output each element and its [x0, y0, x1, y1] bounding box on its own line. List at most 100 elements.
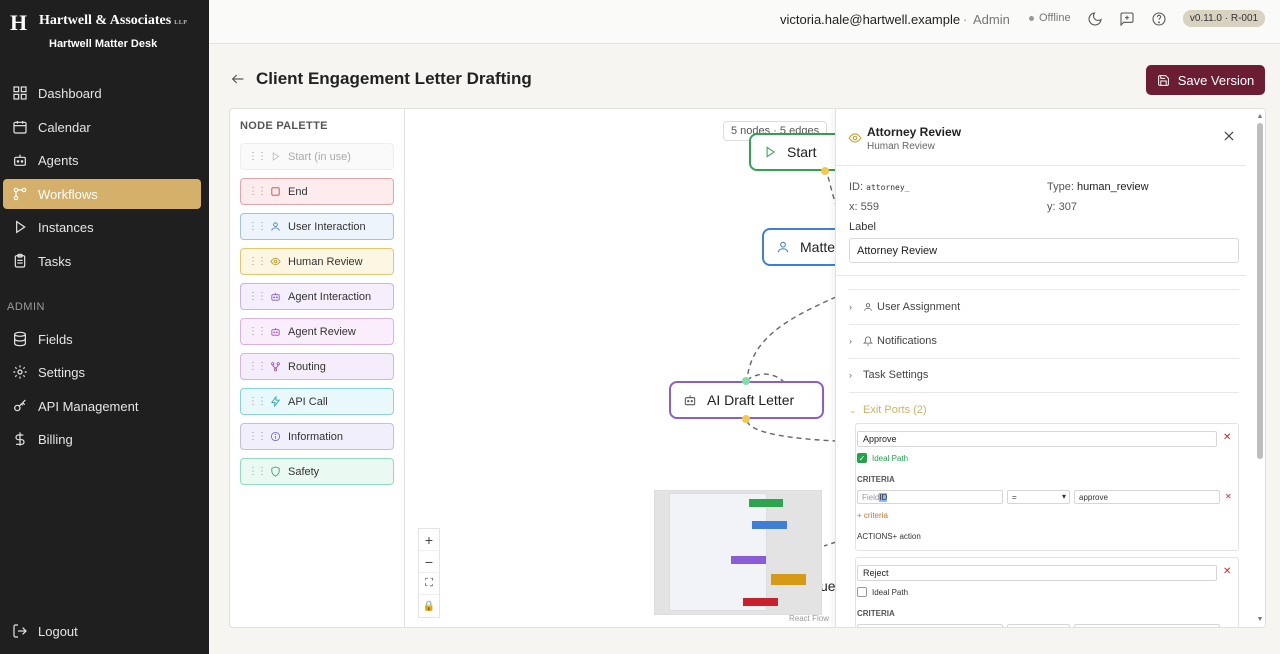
moon-icon[interactable] — [1087, 11, 1103, 27]
robot-icon — [268, 290, 282, 304]
delete-port-icon[interactable]: ✕ — [1223, 432, 1231, 443]
info-icon — [268, 430, 282, 444]
drag-handle-icon: ⋮⋮ — [248, 326, 267, 337]
operator-value: = — [1012, 492, 1017, 502]
panel-scrollbar[interactable]: ▲ ▼ — [1256, 113, 1264, 625]
user-email[interactable]: victoria.hale@hartwell.example — [780, 12, 960, 27]
port-name-input[interactable]: Reject — [857, 565, 1217, 581]
sidebar-item-fields[interactable]: Fields — [3, 324, 201, 354]
save-version-button[interactable]: Save Version — [1146, 65, 1265, 95]
drag-handle-icon: ⋮⋮ — [248, 186, 267, 197]
sidebar-item-instances[interactable]: Instances — [3, 212, 201, 242]
drag-handle-icon: ⋮⋮ — [248, 291, 267, 302]
label-input[interactable]: Attorney Review — [849, 238, 1239, 263]
criteria-field-input[interactable] — [857, 624, 1003, 627]
drag-handle-icon: ⋮⋮ — [248, 431, 267, 442]
chevron-right-icon: › — [849, 336, 852, 346]
add-criteria-link[interactable]: + criteria — [857, 511, 888, 520]
checkbox-unchecked-icon — [857, 587, 867, 597]
criteria-operator-select[interactable] — [1007, 624, 1070, 627]
sidebar-item-calendar[interactable]: Calendar — [3, 112, 201, 142]
criteria-operator-select[interactable]: = ▾ — [1007, 490, 1070, 504]
palette-item-agent-interaction[interactable]: ⋮⋮ Agent Interaction — [240, 283, 394, 310]
palette-item-human-review[interactable]: ⋮⋮ Human Review — [240, 248, 394, 275]
lock-button[interactable]: 🔒 — [419, 595, 439, 617]
sidebar-item-label: API Management — [38, 398, 139, 414]
sidebar-item-api-management[interactable]: API Management — [3, 391, 201, 421]
node-handle[interactable] — [742, 377, 750, 385]
zoom-in-button[interactable]: + — [419, 529, 439, 551]
sidebar-item-label: Fields — [38, 331, 73, 347]
logout-button[interactable]: Logout — [3, 616, 201, 646]
close-icon[interactable] — [1222, 129, 1238, 145]
palette-item-api-call[interactable]: ⋮⋮ API Call — [240, 388, 394, 415]
node-handle[interactable] — [742, 415, 750, 423]
delete-port-icon[interactable]: ✕ — [1223, 566, 1231, 577]
shield-icon — [268, 465, 282, 479]
palette-item-user-interaction[interactable]: ⋮⋮ User Interaction — [240, 213, 394, 240]
sidebar-item-label: Billing — [38, 431, 73, 447]
section-exit-ports[interactable]: ⌄ Exit Ports (2) — [849, 400, 1239, 420]
node-handle[interactable] — [821, 167, 829, 175]
actions-label[interactable]: ACTIONS+ action — [857, 532, 921, 541]
port-name-input[interactable]: Approve — [857, 431, 1217, 447]
palette-item-end[interactable]: ⋮⋮ End — [240, 178, 394, 205]
palette-item-agent-review[interactable]: ⋮⋮ Agent Review — [240, 318, 394, 345]
minimap[interactable] — [654, 490, 822, 615]
flow-node-label: Matte — [800, 239, 836, 255]
divider — [836, 165, 1246, 166]
play-icon — [766, 146, 776, 158]
user-icon — [777, 241, 789, 253]
exit-port-reject: Reject ✕ Ideal Path CRITERIA — [855, 557, 1239, 627]
flow-node-start[interactable]: Start — [749, 133, 836, 171]
criteria-value-input[interactable] — [1074, 624, 1220, 627]
criteria-field-input[interactable]: Field ID — [857, 490, 1003, 504]
sidebar-item-settings[interactable]: Settings — [3, 357, 201, 387]
flow-node-label: AI Draft Letter — [707, 392, 795, 408]
scrollbar-thumb[interactable] — [1257, 123, 1263, 459]
section-task-settings[interactable]: › Task Settings — [849, 365, 1239, 385]
label-caption: Label — [849, 221, 876, 233]
react-flow-attribution[interactable]: React Flow — [789, 614, 829, 623]
ideal-path-checkbox[interactable]: Ideal Path — [857, 587, 908, 597]
flow-node-ai-draft-letter[interactable]: AI Draft Letter — [669, 381, 824, 419]
palette-item-safety[interactable]: ⋮⋮ Safety — [240, 458, 394, 485]
flow-canvas[interactable]: 5 nodes · 5 edges Start Matte AI Draft L… — [406, 109, 836, 627]
save-icon — [1157, 74, 1169, 86]
palette-item-label: Routing — [288, 360, 326, 373]
version-badge: v0.11.0 · R-001 — [1183, 10, 1265, 27]
palette-item-label: Information — [288, 430, 344, 443]
back-arrow-icon[interactable] — [230, 71, 246, 87]
palette-item-information[interactable]: ⋮⋮ Information — [240, 423, 394, 450]
feedback-icon[interactable] — [1119, 11, 1135, 27]
section-user-assignment[interactable]: › User Assignment — [849, 297, 1239, 317]
delete-criteria-icon[interactable]: ✕ — [1225, 492, 1232, 501]
status-text: Offline — [1039, 12, 1071, 24]
minimap-viewport — [669, 493, 767, 611]
criteria-label: CRITERIA — [857, 609, 895, 618]
robot-icon — [268, 325, 282, 339]
flow-node-label: Start — [787, 144, 817, 160]
fit-view-button[interactable]: ⛶ — [419, 573, 439, 595]
palette-item-label: API Call — [288, 395, 328, 408]
flow-node-matter[interactable]: Matte — [762, 228, 836, 266]
sidebar-item-workflows[interactable]: Workflows — [3, 179, 201, 209]
criteria-value-input[interactable]: approve — [1074, 490, 1220, 504]
ideal-path-checkbox[interactable]: ✓ Ideal Path — [857, 453, 908, 463]
sidebar-item-agents[interactable]: Agents — [3, 145, 201, 175]
scroll-up-icon[interactable]: ▲ — [1256, 113, 1264, 120]
scroll-down-icon[interactable]: ▼ — [1256, 616, 1264, 623]
sidebar-item-billing[interactable]: Billing — [3, 424, 201, 454]
logout-label: Logout — [38, 623, 78, 639]
dashboard-icon — [11, 84, 29, 102]
help-icon[interactable] — [1151, 11, 1167, 27]
exit-port-approve: Approve ✕ ✓ Ideal Path CRITERIA Field ID … — [855, 423, 1239, 551]
palette-item-routing[interactable]: ⋮⋮ Routing — [240, 353, 394, 380]
drag-handle-icon: ⋮⋮ — [248, 221, 267, 232]
zoom-out-button[interactable]: − — [419, 551, 439, 573]
section-notifications[interactable]: › Notifications — [849, 331, 1239, 351]
chevron-right-icon: › — [849, 370, 852, 380]
sidebar-item-dashboard[interactable]: Dashboard — [3, 78, 201, 108]
node-properties-panel: Attorney Review Human Review ID: attorne… — [835, 109, 1265, 627]
sidebar-item-tasks[interactable]: Tasks — [3, 246, 201, 276]
